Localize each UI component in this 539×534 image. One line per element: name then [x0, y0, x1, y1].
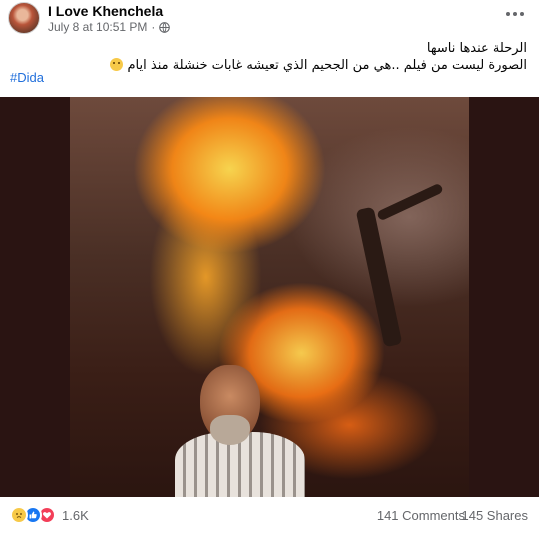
reaction-icons[interactable] [10, 506, 56, 524]
tree-branch [376, 182, 444, 222]
tree-trunk [355, 206, 403, 348]
comments-count[interactable]: 141 Comments [377, 508, 465, 523]
dot-icon [520, 12, 524, 16]
post-text-line-1: الرحلة عندها ناسها [426, 41, 527, 56]
globe-icon[interactable] [159, 21, 171, 33]
page-avatar[interactable] [8, 2, 40, 34]
hashtag-link[interactable]: #Dida [10, 70, 44, 85]
post-text-line-2-body: الصورة ليست من فيلم ..هي من الجحيم الذي … [127, 58, 528, 73]
disappointed-face-icon [110, 58, 124, 71]
post-timestamp[interactable]: July 8 at 10:51 PM [48, 20, 147, 34]
post-meta: July 8 at 10:51 PM · [48, 20, 171, 34]
post-header: I Love Khenchela July 8 at 10:51 PM · [0, 0, 539, 40]
dot-icon [513, 12, 517, 16]
person-beard [210, 415, 250, 445]
page-name[interactable]: I Love Khenchela [48, 3, 163, 19]
fire-photo[interactable] [70, 97, 469, 497]
post-text-line-2: الصورة ليست من فيلم ..هي من الجحيم الذي … [12, 57, 527, 74]
reactions-bar: 1.6K 141 Comments 145 Shares [0, 500, 539, 530]
shares-count[interactable]: 145 Shares [462, 508, 529, 523]
sad-reaction-icon [10, 506, 28, 524]
post-media[interactable] [0, 97, 539, 497]
dot-icon [506, 12, 510, 16]
more-options-button[interactable] [503, 4, 527, 24]
meta-separator: · [151, 20, 156, 34]
reaction-count[interactable]: 1.6K [62, 508, 89, 523]
post-text: الرحلة عندها ناسها الصورة ليست من فيلم .… [12, 40, 527, 74]
